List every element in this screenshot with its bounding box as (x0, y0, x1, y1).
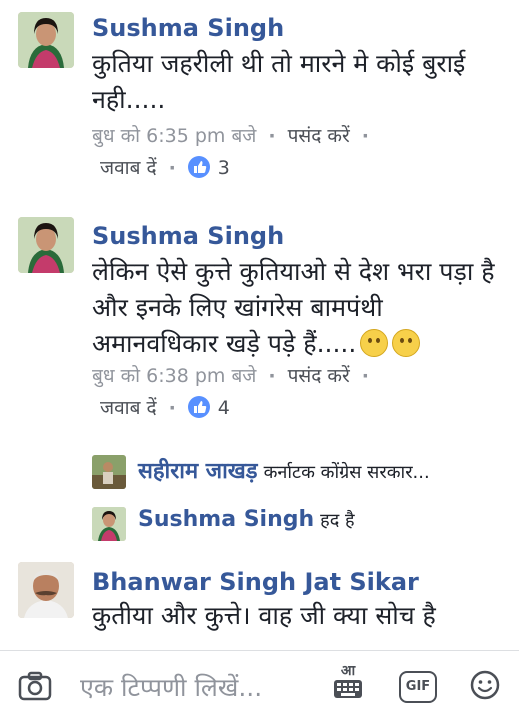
like-action[interactable]: पसंद करें (288, 365, 350, 387)
comment-input[interactable]: एक टिप्पणी लिखें... (80, 670, 262, 704)
comment-text: लेकिन ऐसे कुत्ते कुतियाओ से देश भरा पड़ा… (92, 257, 495, 358)
timestamp[interactable]: बुध को 6:38 pm बजे (92, 365, 256, 387)
comment-author[interactable]: Sushma Singh (92, 14, 284, 42)
comment-text: कुतिया जहरीली थी तो मारने मे कोई बुराई न… (92, 49, 466, 114)
like-icon[interactable] (187, 396, 210, 418)
emoji-icon[interactable] (469, 669, 501, 705)
timestamp[interactable]: बुध को 6:35 pm बजे (92, 125, 256, 147)
smiley-icon (392, 329, 421, 357)
like-icon[interactable] (187, 156, 210, 178)
comment-meta: बुध को 6:38 pm बजे · पसंद करें · (92, 365, 369, 387)
avatar[interactable] (18, 562, 74, 618)
keyboard-icon (334, 680, 362, 698)
gif-button[interactable]: GIF (399, 671, 437, 703)
avatar[interactable] (18, 12, 74, 68)
reply-text: कर्नाटक कोंग्रेस सरकार... (263, 462, 430, 483)
smiley-icon (360, 329, 389, 357)
keyboard-language-label: आ (340, 663, 356, 679)
avatar[interactable] (92, 507, 126, 541)
reply-2: Sushma Singh हद है (92, 507, 355, 541)
camera-icon[interactable] (18, 671, 52, 705)
like-count[interactable]: 3 (218, 157, 230, 179)
avatar[interactable] (18, 217, 74, 273)
comment-author[interactable]: Sushma Singh (92, 222, 284, 250)
comment-author[interactable]: Bhanwar Singh Jat Sikar (92, 568, 419, 596)
comment-meta-2: जवाब दें · 4 (100, 396, 230, 419)
reply-author[interactable]: Sushma Singh (138, 507, 314, 532)
gif-label: GIF (405, 679, 431, 694)
keyboard-language-button[interactable]: आ (331, 663, 365, 703)
reply-action[interactable]: जवाब दें (100, 397, 157, 419)
comment-meta: बुध को 6:35 pm बजे · पसंद करें · (92, 125, 369, 147)
comment-meta-2: जवाब दें · 3 (100, 156, 230, 179)
comment-composer: एक टिप्पणी लिखें... आ GIF (0, 650, 519, 721)
comment-text: कुतीया और कुत्ते। वाह जी क्या सोच है (92, 601, 436, 630)
reply-action[interactable]: जवाब दें (100, 157, 157, 179)
reply-author[interactable]: सहीराम जाखड़ (138, 459, 258, 484)
reply-text: हद है (320, 510, 355, 531)
like-count[interactable]: 4 (218, 397, 230, 419)
like-action[interactable]: पसंद करें (288, 125, 350, 147)
avatar[interactable] (92, 455, 126, 489)
reply-1: सहीराम जाखड़ कर्नाटक कोंग्रेस सरकार... (92, 455, 430, 489)
